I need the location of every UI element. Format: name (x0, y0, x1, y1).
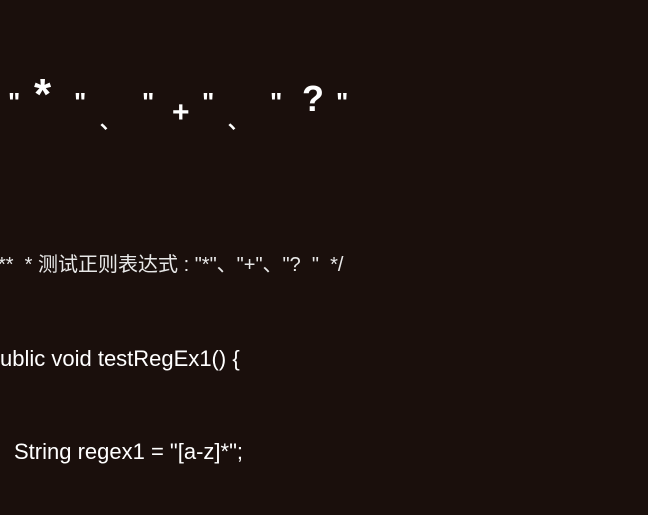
code-comment: ** * 测试正则表达式 : "*"、"+"、"? " */ (0, 250, 648, 281)
quote-char: " (74, 87, 86, 118)
code-line-regex1: String regex1 = "[a-z]*"; (0, 436, 648, 467)
plus-icon: + (172, 97, 190, 128)
question-icon: ? (302, 83, 324, 114)
title-regex-symbols: " * " 、 " + " 、 " ? " (0, 93, 648, 135)
asterisk-icon: * (34, 79, 51, 110)
separator: 、 (228, 107, 248, 138)
code-line-method-sig: ublic void testRegEx1() { (0, 343, 648, 374)
quote-char: " (142, 87, 154, 118)
code-snippet-container: " * " 、 " + " 、 " ? " ** * 测试正则表达式 : "*"… (0, 0, 648, 515)
quote-char: " (8, 87, 20, 118)
quote-char: " (336, 87, 348, 118)
quote-char: " (270, 87, 282, 118)
quote-char: " (202, 87, 214, 118)
separator: 、 (100, 107, 120, 138)
